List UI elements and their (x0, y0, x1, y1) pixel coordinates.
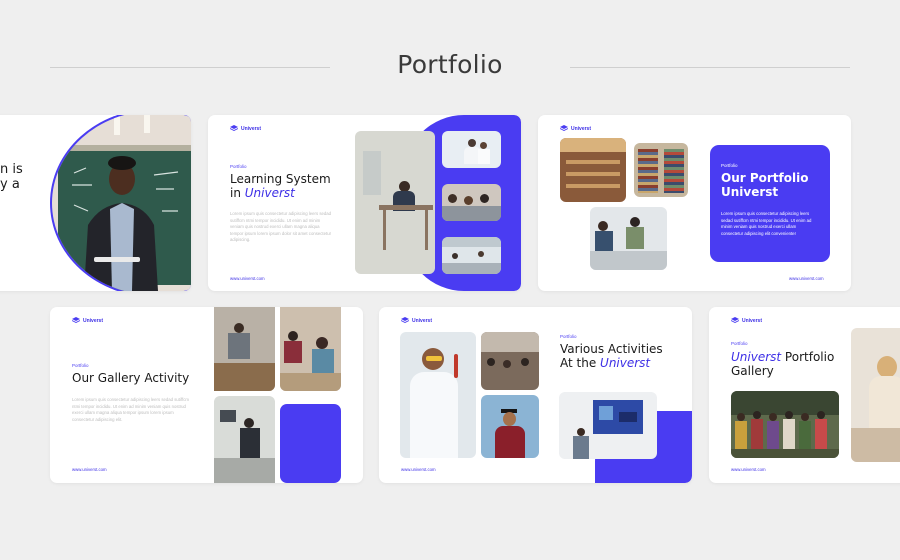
slide-url: www.universt.com (230, 276, 265, 281)
slide-title-line-1: Learning System (230, 172, 331, 186)
lab-photo-2 (442, 184, 501, 221)
slide-eyebrow: Portfolio (72, 363, 89, 368)
slide-body: Lorem ipsum quis consectetur adipiscing … (230, 211, 332, 243)
slide-title-line-1: Universt Portfolio (731, 350, 834, 364)
classroom-photo-1 (214, 307, 275, 391)
accent-square (280, 404, 341, 483)
title-suffix: Portfolio (781, 350, 835, 364)
scientist-photo (400, 332, 476, 458)
brand-name: Universt (742, 317, 763, 324)
page-title: Portfolio (397, 50, 503, 79)
brand-name: Universt (412, 317, 433, 324)
slide-url: www.universt.com (731, 467, 766, 472)
logo-icon (731, 317, 739, 324)
brand-name: Universt (571, 125, 592, 132)
brand-logo: Universt (401, 317, 432, 324)
group-photo (731, 391, 839, 458)
slide-url: www.universt.com (789, 276, 824, 281)
slide-title-line-2: in Universt (230, 186, 295, 200)
logo-icon (560, 125, 568, 132)
slide-portfolio-gallery[interactable]: Universt Portfolio Universt Portfolio Ga… (709, 307, 900, 483)
slide-eyebrow: Portfolio (721, 163, 738, 168)
brand-name: Universt (241, 125, 262, 132)
teacher-photo (50, 115, 191, 291)
title-prefix: At the (560, 356, 601, 370)
slide-our-portfolio[interactable]: Universt Portfolio Our Portfolio Univers… (538, 115, 851, 291)
title-prefix: in (230, 186, 245, 200)
brand-logo: Universt (560, 125, 591, 132)
audience-photo (481, 332, 539, 390)
library-photo-1 (560, 138, 626, 202)
brand-logo: Universt (731, 317, 762, 324)
header-divider-right (570, 67, 850, 68)
slide-body: Lorem ipsum quis consectetur adipiscing … (72, 397, 189, 422)
graduate-photo (481, 395, 539, 458)
slide-title: Our Gallery Activity (72, 371, 190, 385)
slide-title-line-2: y a (0, 177, 20, 192)
art-class-photo (559, 392, 657, 459)
title-accent: Universt (731, 350, 782, 364)
slide-gallery-activity[interactable]: Universt Portfolio Our Gallery Activity … (50, 307, 363, 483)
slide-url: www.universt.com (401, 467, 436, 472)
title-accent: Universt (600, 356, 651, 370)
slide-eyebrow: Portfolio (560, 334, 577, 339)
classroom-photo-2 (280, 307, 341, 391)
slide-title-line-2: Universt (721, 185, 779, 199)
slide-teacher[interactable]: n is y a (0, 115, 191, 291)
library-photo-2 (634, 143, 688, 197)
brand-logo: Universt (72, 317, 103, 324)
student-stairs-photo (851, 328, 900, 462)
lab-photo-1 (442, 131, 501, 168)
slide-various-activities[interactable]: Universt Portfolio Various Activities At… (379, 307, 692, 483)
logo-icon (72, 317, 80, 324)
computer-lab-photo (214, 396, 275, 483)
students-photo (590, 207, 667, 270)
title-accent: Universt (244, 186, 295, 200)
slide-title-line-1: Our Portfolio (721, 171, 809, 185)
slide-learning-system[interactable]: Universt Portfolio Learning System in Un… (208, 115, 521, 291)
slide-eyebrow: Portfolio (731, 341, 748, 346)
slide-title-line-1: n is (0, 162, 23, 177)
logo-icon (401, 317, 409, 324)
slide-title-line-2: Gallery (731, 364, 774, 378)
slide-title-line-2: At the Universt (560, 356, 650, 370)
logo-icon (230, 125, 238, 132)
slide-body: Lorem ipsum quis consectetur adipiscing … (721, 211, 812, 236)
slide-title-line-1: Various Activities (560, 342, 663, 356)
lab-photo-3 (442, 237, 501, 274)
classroom-photo (355, 131, 435, 274)
slide-eyebrow: Portfolio (230, 164, 247, 169)
brand-logo: Universt (230, 125, 261, 132)
slide-url: www.universt.com (72, 467, 107, 472)
brand-name: Universt (83, 317, 104, 324)
